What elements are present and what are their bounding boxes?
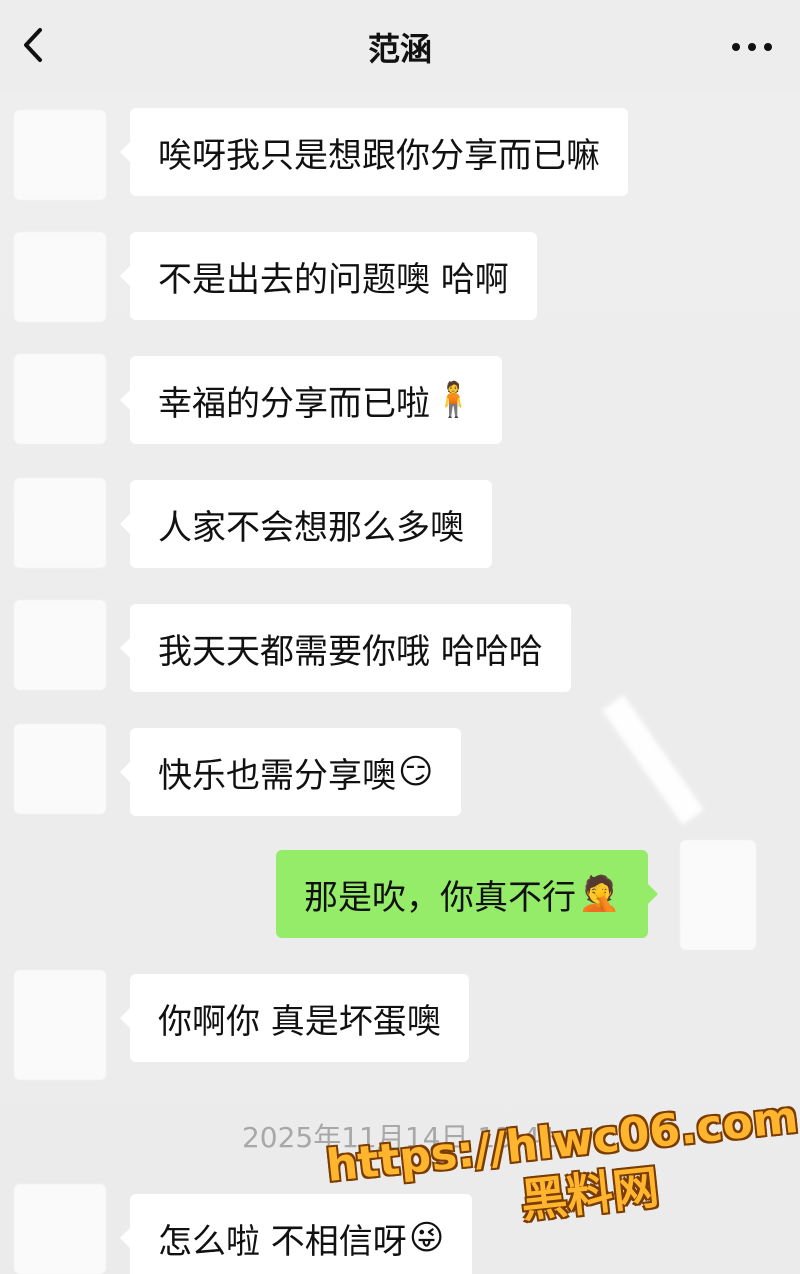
message-text: 你啊你 真是坏蛋噢	[158, 1001, 441, 1042]
message-bubble-outgoing[interactable]: 那是吹，你真不行 🤦	[276, 850, 659, 938]
winking-tongue-emoji-icon: 😜	[408, 1218, 445, 1258]
avatar[interactable]	[680, 840, 756, 950]
avatar[interactable]	[14, 1184, 106, 1274]
avatar[interactable]	[14, 478, 106, 568]
message-bubble[interactable]: 人家不会想那么多噢	[120, 480, 492, 568]
message-timestamp: 2025年11月14日 13:41	[241, 1121, 559, 1154]
avatar[interactable]	[14, 354, 106, 444]
message-bubble[interactable]: 我天天都需要你哦 哈哈哈	[120, 604, 571, 692]
more-dot	[764, 43, 772, 51]
message-text: 唉呀我只是想跟你分享而已嘛	[158, 135, 600, 176]
more-horizontal-icon	[732, 43, 740, 51]
chat-screen: 范涵 唉呀我只是想跟你分享而已嘛 不是出去的问题噢 哈啊 幸福的分享而已啦 🧍 …	[0, 0, 800, 1274]
more-dot	[748, 43, 756, 51]
more-options-button[interactable]	[732, 38, 772, 56]
avatar[interactable]	[14, 232, 106, 322]
avatar[interactable]	[14, 600, 106, 690]
message-text: 人家不会想那么多噢	[158, 507, 464, 548]
chat-title: 范涵	[367, 30, 432, 68]
avatar[interactable]	[14, 110, 106, 200]
message-text: 不是出去的问题噢 哈啊	[158, 259, 509, 300]
message-text: 幸福的分享而已啦	[158, 383, 430, 424]
smirk-emoji-icon: 😏	[398, 752, 434, 792]
message-bubble[interactable]: 你啊你 真是坏蛋噢	[120, 974, 469, 1062]
facepalm-emoji-icon: 🤦	[578, 874, 621, 914]
message-text: 快乐也需分享噢	[158, 755, 396, 796]
chat-header: 范涵	[0, 0, 800, 92]
watermark-name: 黑料网	[518, 1159, 662, 1228]
redaction-mark	[602, 695, 704, 825]
message-bubble[interactable]: 唉呀我只是想跟你分享而已嘛	[120, 108, 628, 196]
message-bubble[interactable]: 快乐也需分享噢 😏	[119, 728, 462, 816]
person-standing-emoji-icon: 🧍	[432, 380, 475, 420]
message-bubble[interactable]: 不是出去的问题噢 哈啊	[120, 232, 537, 320]
message-bubble[interactable]: 怎么啦 不相信呀 😜	[119, 1194, 473, 1274]
message-text: 我天天都需要你哦 哈哈哈	[158, 631, 543, 672]
message-text: 怎么啦 不相信呀	[158, 1221, 407, 1262]
message-bubble[interactable]: 幸福的分享而已啦 🧍	[119, 356, 503, 444]
message-text: 那是吹，你真不行	[304, 877, 576, 918]
avatar[interactable]	[14, 970, 106, 1080]
avatar[interactable]	[14, 724, 106, 814]
